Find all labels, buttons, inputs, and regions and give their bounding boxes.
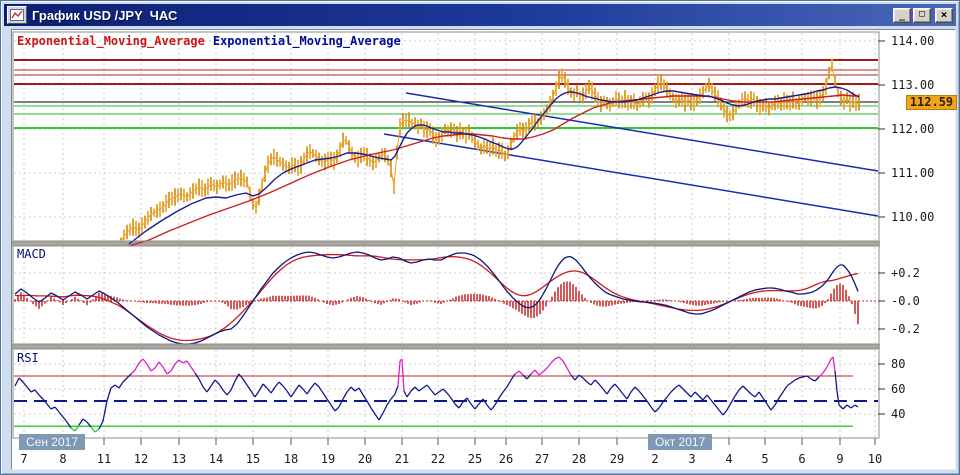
time-axis-label: 9 — [836, 452, 844, 466]
chart-canvas[interactable] — [1, 1, 960, 475]
time-axis-label: 5 — [761, 452, 769, 466]
legend-ema-fast: Exponential_Moving_Average — [17, 34, 205, 48]
macd-label: MACD — [17, 247, 46, 261]
time-axis-label: 22 — [430, 452, 446, 466]
legend-ema-slow: Exponential_Moving_Average — [212, 34, 401, 48]
time-axis-label: 26 — [498, 452, 514, 466]
time-axis-label: 7 — [20, 452, 28, 466]
rsi-axis-label: 40 — [891, 407, 906, 421]
month-badge-oct: Окт 2017 — [648, 434, 713, 450]
indicator-legend: Exponential_Moving_Average Exponential_Mo… — [17, 34, 401, 48]
time-axis-label: 6 — [798, 452, 806, 466]
rsi-axis-label: 80 — [891, 357, 906, 371]
macd-axis-label: +0.2 — [891, 266, 920, 280]
time-axis-label: 3 — [688, 452, 696, 466]
chart-window: График USD /JPY ЧАС _ □ × Exponential_Mo… — [0, 0, 960, 475]
price-axis-label: 112.00 — [891, 122, 935, 136]
current-price-badge: 112.59 — [906, 95, 957, 110]
time-axis-label: 11 — [96, 452, 112, 466]
time-axis-label: 28 — [571, 452, 587, 466]
time-axis-label: 21 — [394, 452, 410, 466]
macd-axis-label: -0.2 — [891, 322, 920, 336]
time-axis-label: 29 — [609, 452, 625, 466]
macd-axis-label: -0.0 — [891, 294, 920, 308]
rsi-axis-label: 60 — [891, 382, 906, 396]
price-axis-label: 111.00 — [891, 166, 935, 180]
rsi-label: RSI — [17, 351, 39, 365]
price-axis-label: 114.00 — [891, 34, 935, 48]
time-axis-label: 13 — [171, 452, 187, 466]
time-axis-label: 10 — [867, 452, 883, 466]
month-badge-sep: Сен 2017 — [19, 434, 85, 450]
time-axis-label: 20 — [357, 452, 373, 466]
price-axis-label: 113.00 — [891, 78, 935, 92]
time-axis-label: 14 — [208, 452, 224, 466]
price-axis-label: 110.00 — [891, 210, 935, 224]
time-axis-label: 2 — [651, 452, 659, 466]
time-axis-label: 27 — [534, 452, 550, 466]
time-axis-label: 12 — [133, 452, 149, 466]
time-axis-label: 25 — [467, 452, 483, 466]
time-axis-label: 8 — [59, 452, 67, 466]
time-axis-label: 18 — [283, 452, 299, 466]
time-axis-label: 4 — [725, 452, 733, 466]
time-axis-label: 19 — [320, 452, 336, 466]
time-axis-label: 15 — [245, 452, 261, 466]
